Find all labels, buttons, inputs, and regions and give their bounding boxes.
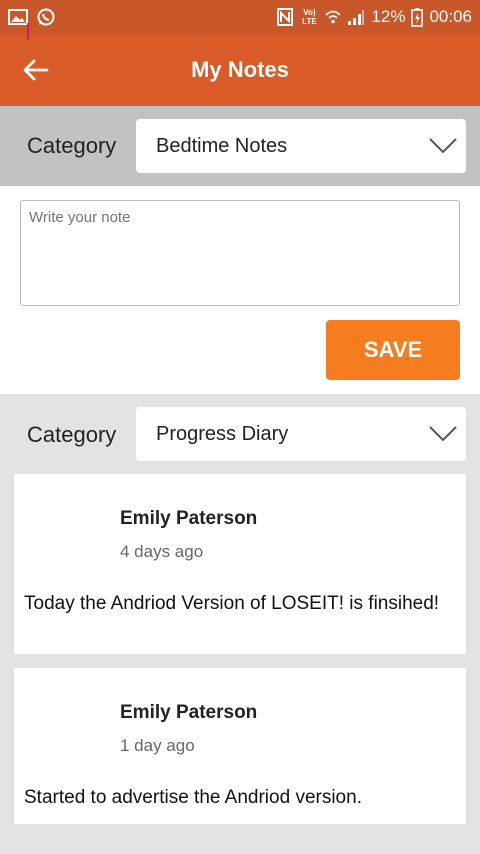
post-author: Emily Paterson: [120, 702, 258, 723]
network-label: Vo) LTE: [302, 8, 317, 26]
nfc-icon: [277, 8, 294, 26]
app-bar: My Notes: [0, 34, 480, 106]
status-right: Vo) LTE 12% 00:06: [277, 7, 472, 27]
chevron-down-icon: [429, 426, 457, 442]
compose-category-value: Bedtime Notes: [156, 134, 288, 157]
list-item[interactable]: Emily Paterson 1 day ago Started to adve…: [14, 668, 466, 824]
list-item[interactable]: Emily Paterson 4 days ago Today the Andr…: [14, 474, 466, 654]
chevron-down-icon: [429, 138, 457, 154]
compose-note-card: SAVE: [0, 186, 480, 394]
feed-category-value: Progress Diary: [156, 422, 289, 445]
page-title: My Notes: [191, 57, 289, 82]
compose-category-dropdown[interactable]: Bedtime Notes: [136, 119, 466, 173]
signal-icon: [347, 9, 365, 25]
battery-charging-icon: [411, 7, 424, 27]
save-button[interactable]: SAVE: [326, 320, 460, 380]
post-time: 4 days ago: [120, 542, 204, 561]
feed-category-dropdown[interactable]: Progress Diary: [136, 407, 466, 461]
post-author: Emily Paterson: [120, 508, 258, 529]
compose-category-row: Category Bedtime Notes: [0, 106, 480, 186]
compose-category-label: Category: [27, 133, 117, 158]
status-left: [8, 7, 56, 27]
post-text: Today the Andriod Version of LOSEIT! is …: [24, 593, 440, 614]
feed-category-label: Category: [27, 422, 117, 447]
note-input[interactable]: [20, 200, 460, 306]
wifi-icon: [325, 9, 341, 25]
whatsapp-icon: [36, 7, 56, 27]
arrow-left-icon: [23, 59, 49, 81]
clock: 00:06: [429, 7, 472, 26]
gallery-icon: [8, 9, 28, 25]
feed-category-row: Category Progress Diary: [0, 395, 480, 475]
battery-percent: 12%: [371, 7, 406, 26]
post-text: Started to advertise the Andriod version…: [24, 787, 362, 808]
status-bar: Vo) LTE 12% 00:06: [0, 0, 480, 34]
text-caret: [27, 23, 29, 40]
post-time: 1 day ago: [120, 736, 195, 755]
back-button[interactable]: [20, 56, 52, 84]
